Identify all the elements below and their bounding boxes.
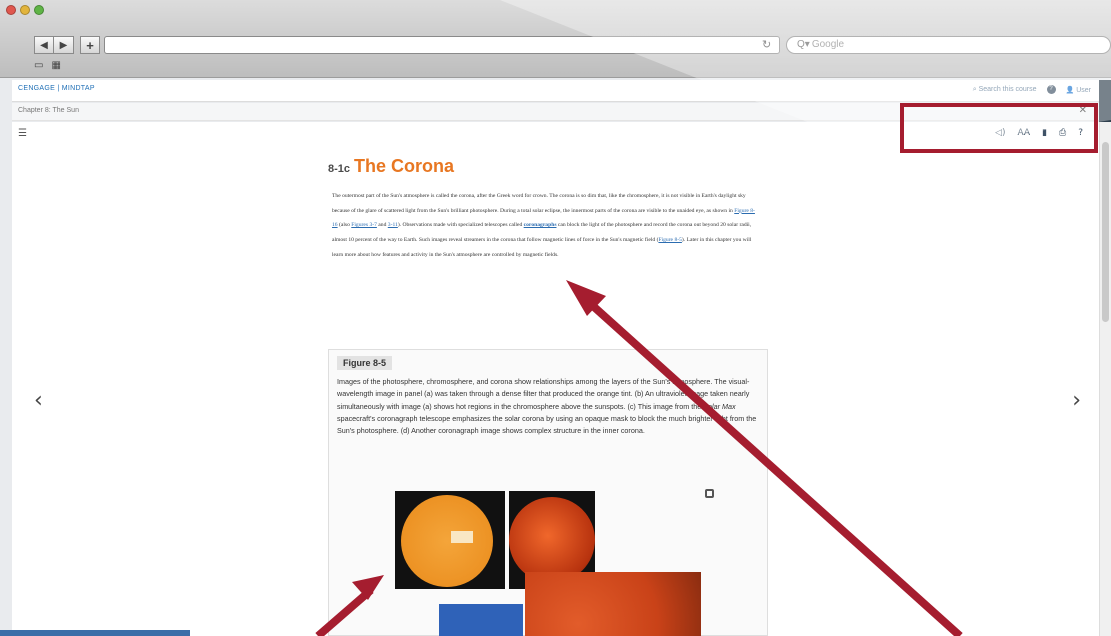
arrow-to-glossary-term <box>580 294 963 636</box>
screenshot: ◀ ▶ + ↻ Q▾ Google ▭ ▦ CENGAGE | MINDTAP ⌕… <box>0 0 1111 636</box>
arrow-to-figure-image <box>315 586 374 636</box>
arrowhead-figure <box>352 575 384 600</box>
progress-bar <box>0 630 190 636</box>
annotation-arrows <box>315 280 963 636</box>
